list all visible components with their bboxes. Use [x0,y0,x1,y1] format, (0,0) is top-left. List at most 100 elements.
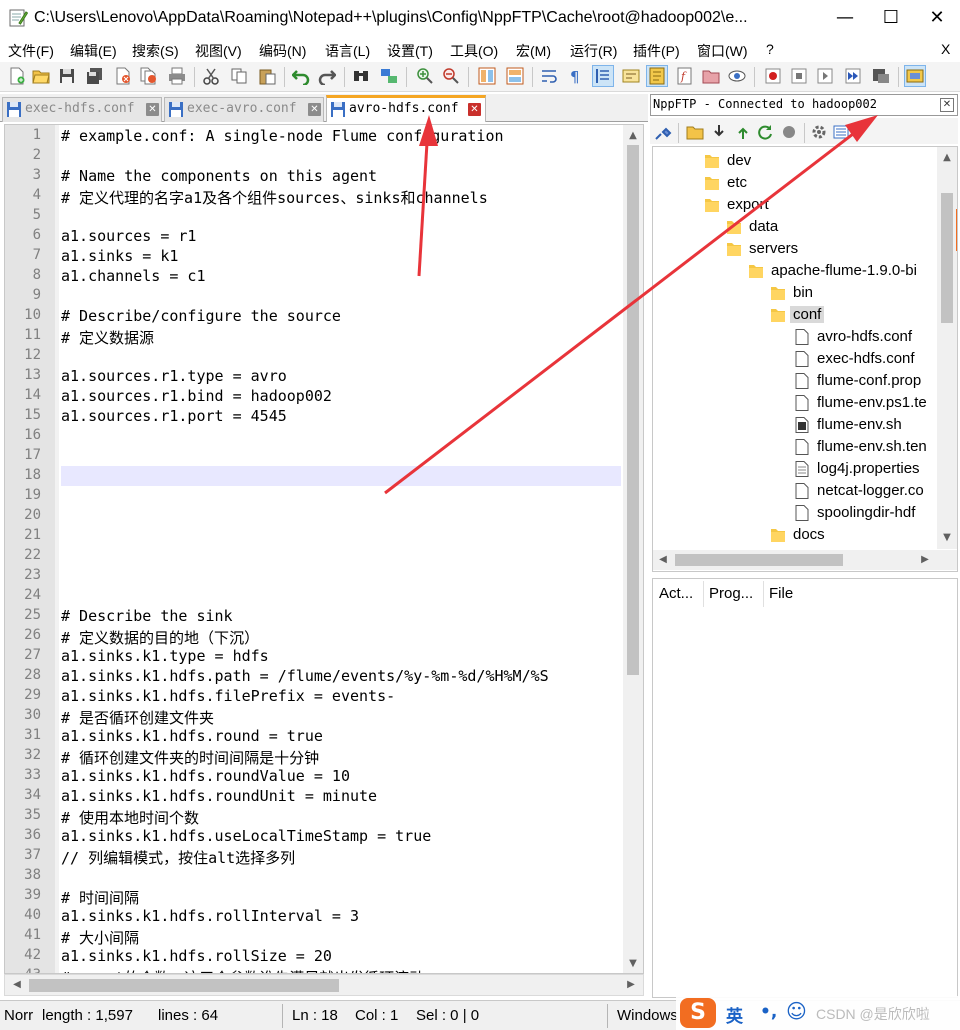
paste-icon[interactable] [256,65,278,87]
code-line[interactable]: a1.channels = c1 [61,267,206,285]
remote-file-tree[interactable]: dev etc export data servers apache-flume-1.9.… [652,146,958,572]
code-line[interactable]: # example.conf: A single-node Flume conf… [61,127,504,145]
scrollbar-thumb[interactable] [941,193,953,323]
tab-close-icon[interactable]: ✕ [146,103,159,116]
close-all-icon[interactable] [138,65,160,87]
scroll-up-icon[interactable]: ▲ [623,127,643,145]
ime-emoji-icon[interactable]: ☺ [786,999,807,1023]
copy-icon[interactable] [228,65,250,87]
menu-view[interactable]: 视图(V) [195,41,242,61]
code-line[interactable]: # event的个数，这三个参数谁先满足就出发循环滚动 [61,967,424,973]
code-line[interactable]: # Describe the sink [61,607,233,625]
settings-icon[interactable] [808,121,830,143]
queue-column-progress[interactable]: Prog... [709,585,753,602]
play-macro-icon[interactable] [814,65,836,87]
menu-window[interactable]: 窗口(W) [697,41,748,61]
indent-guide-icon[interactable] [592,65,614,87]
code-editor[interactable]: 1 2 3 4 5 6 7 8 9 10 11 12 13 14 15 16 17 18 19 20 21 22 23 24 2… [4,124,644,974]
code-line[interactable]: a1.sources.r1.port = 4545 [61,407,287,425]
print-icon[interactable] [166,65,188,87]
scroll-down-icon[interactable]: ▼ [937,529,957,547]
scroll-down-icon[interactable]: ▼ [623,955,643,973]
code-line[interactable]: # 定义代理的名字a1及各个组件sources、sinks和channels [61,187,488,208]
save-icon[interactable] [56,65,78,87]
folder-workspace-icon[interactable] [700,65,722,87]
menu-search[interactable]: 搜索(S) [132,41,179,61]
tree-horizontal-scrollbar[interactable]: ◀ ▶ [653,550,957,570]
word-wrap-icon[interactable] [538,65,560,87]
scroll-up-icon[interactable]: ▲ [937,149,957,167]
close-window-button[interactable]: ✕ [914,0,960,38]
queue-column-action[interactable]: Act... [659,585,693,602]
code-line[interactable]: # 定义数据源 [61,327,154,348]
menu-edit[interactable]: 编辑(E) [70,41,117,61]
upload-icon[interactable] [732,121,754,143]
code-line[interactable]: a1.sinks.k1.hdfs.useLocalTimeStamp = tru… [61,827,431,845]
scrollbar-thumb[interactable] [29,979,339,992]
code-line[interactable]: # 是否循环创建文件夹 [61,707,214,728]
function-list-icon[interactable]: f [674,65,696,87]
queue-column-file[interactable]: File [769,585,793,602]
code-line[interactable]: a1.sources = r1 [61,227,196,245]
code-line[interactable]: a1.sources.r1.type = avro [61,367,287,385]
tree-vertical-scrollbar[interactable]: ▲ ▼ [937,147,957,549]
tab-exec-hdfs-conf[interactable]: exec-hdfs.conf ✕ [2,97,162,122]
scrollbar-thumb[interactable] [627,145,639,675]
tab-close-icon[interactable]: ✕ [468,103,481,116]
monitoring-icon[interactable] [726,65,748,87]
menu-help[interactable]: ? [766,41,774,57]
new-file-icon[interactable] [6,65,28,87]
refresh-icon[interactable] [754,121,776,143]
menu-encoding[interactable]: 编码(N) [259,41,306,61]
abort-icon[interactable] [778,121,800,143]
find-icon[interactable] [350,65,372,87]
menu-tools[interactable]: 工具(O) [450,41,498,61]
code-line[interactable]: # 定义数据的目的地（下沉） [61,627,259,648]
tab-close-icon[interactable]: ✕ [308,103,321,116]
open-directory-icon[interactable] [684,121,706,143]
stop-macro-icon[interactable] [788,65,810,87]
code-line[interactable]: a1.sinks.k1.hdfs.roundUnit = minute [61,787,377,805]
maximize-button[interactable]: ☐ [868,0,914,38]
menu-settings[interactable]: 设置(T) [387,41,433,61]
panel-close-icon[interactable]: ✕ [940,98,954,112]
undo-icon[interactable] [290,65,312,87]
code-line[interactable]: a1.sinks.k1.hdfs.filePrefix = events- [61,687,395,705]
close-document-button[interactable]: X [941,41,950,57]
code-line[interactable]: # Name the components on this agent [61,167,377,185]
open-file-icon[interactable] [30,65,52,87]
close-icon[interactable] [112,65,134,87]
menu-run[interactable]: 运行(R) [570,41,617,61]
scrollbar-thumb[interactable] [675,554,843,566]
menu-language[interactable]: 语言(L) [325,41,370,61]
ime-language-toggle[interactable]: 英 [726,1002,743,1027]
code-line[interactable]: a1.sources.r1.bind = hadoop002 [61,387,332,405]
redo-icon[interactable] [316,65,338,87]
run-macro-multiple-icon[interactable] [842,65,864,87]
menu-file[interactable]: 文件(F) [8,41,54,61]
tab-exec-avro-conf[interactable]: exec-avro.conf ✕ [164,97,324,122]
code-line[interactable]: // 列编辑模式，按住alt选择多列 [61,847,295,868]
menu-plugins[interactable]: 插件(P) [633,41,680,61]
code-line[interactable]: # 大小间隔 [61,927,139,948]
editor-horizontal-scrollbar[interactable]: ◀ ▶ [4,974,644,996]
replace-icon[interactable] [378,65,400,87]
code-line[interactable]: a1.sinks.k1.hdfs.path = /flume/events/%y… [61,667,549,685]
tab-avro-hdfs-conf[interactable]: avro-hdfs.conf ✕ [326,95,486,122]
scroll-left-icon[interactable]: ◀ [653,551,673,569]
document-map-icon[interactable] [646,65,668,87]
scroll-right-icon[interactable]: ▶ [621,976,641,994]
sync-horizontal-icon[interactable] [504,65,526,87]
sogou-ime-logo[interactable]: S [680,998,716,1028]
code-line[interactable]: a1.sinks = k1 [61,247,178,265]
user-language-icon[interactable] [620,65,642,87]
code-line[interactable]: # 循环创建文件夹的时间间隔是十分钟 [61,747,319,768]
code-line[interactable]: a1.sinks.k1.type = hdfs [61,647,269,665]
save-macro-icon[interactable] [870,65,892,87]
download-icon[interactable] [708,121,730,143]
code-line[interactable]: a1.sinks.k1.hdfs.round = true [61,727,323,745]
code-line[interactable]: a1.sinks.k1.hdfs.roundValue = 10 [61,767,350,785]
message-window-icon[interactable] [830,121,852,143]
menu-macro[interactable]: 宏(M) [516,41,551,61]
code-line[interactable]: # 时间间隔 [61,887,139,908]
